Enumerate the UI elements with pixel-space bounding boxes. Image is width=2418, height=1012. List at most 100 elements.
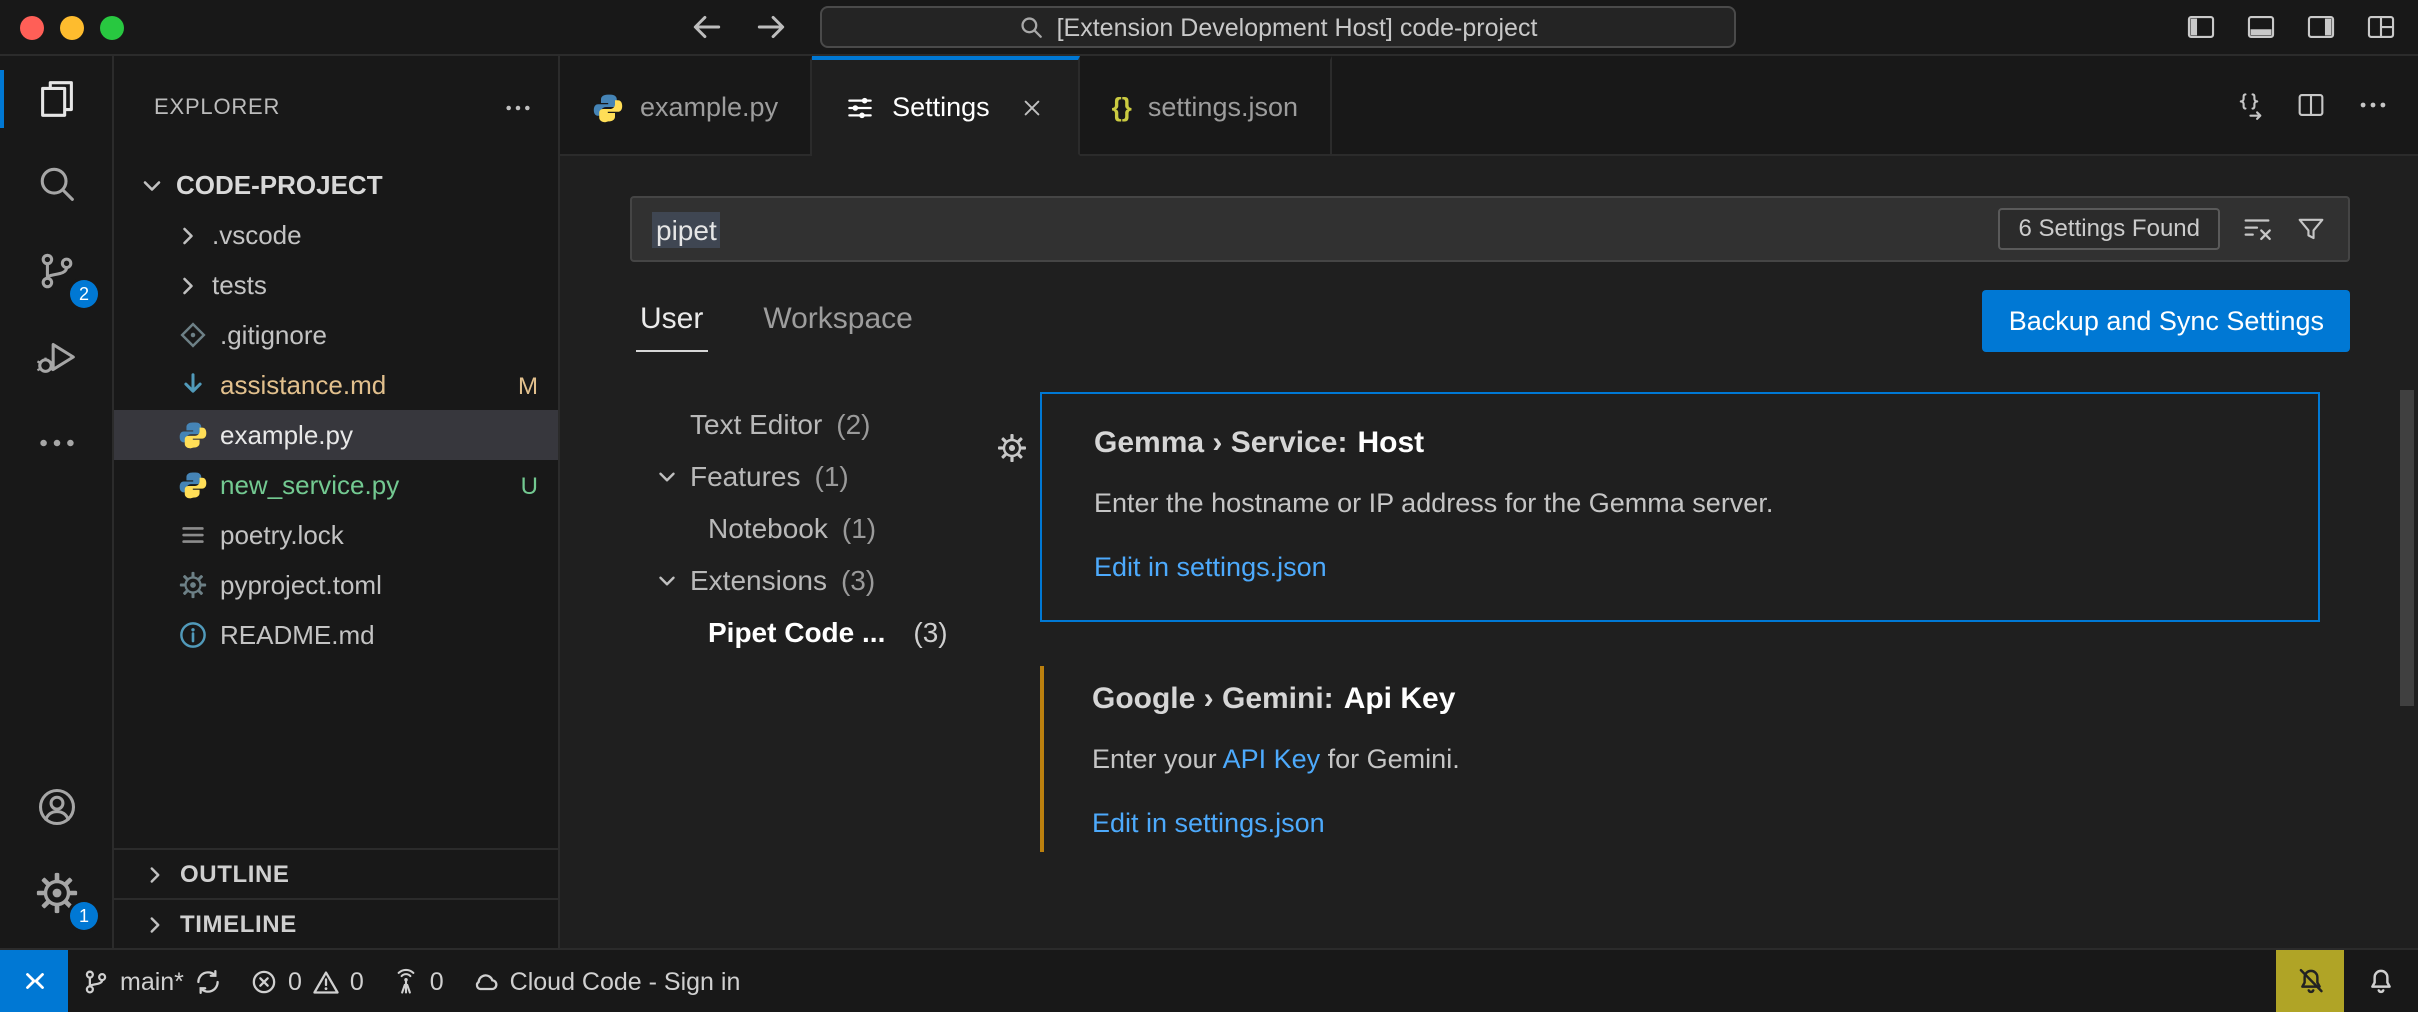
search-value: pipet	[652, 213, 721, 245]
sync-icon	[194, 967, 222, 995]
files-icon	[33, 76, 79, 122]
tree-item-vscode[interactable]: .vscode	[114, 210, 558, 260]
explorer-title: EXPLORER	[154, 96, 280, 120]
setting-title: Google › Gemini:Api Key	[1092, 680, 2280, 718]
more-icon	[33, 420, 79, 466]
window-title: [Extension Development Host] code-projec…	[1057, 13, 1538, 41]
git-status-badge: M	[518, 371, 538, 399]
toc-text-editor[interactable]: Text Editor (2)	[654, 398, 1034, 450]
customize-layout-icon[interactable]	[2364, 10, 2398, 44]
tree-item-tests[interactable]: tests	[114, 260, 558, 310]
forward-icon[interactable]	[754, 10, 788, 44]
ports-status-item[interactable]: 0	[378, 950, 458, 1012]
setting-description: Enter your API Key for Gemini.	[1092, 740, 2280, 778]
split-editor-icon[interactable]	[2294, 88, 2328, 122]
chevron-right-icon	[142, 911, 168, 937]
toc-count: (3)	[913, 616, 947, 648]
problems-status-item[interactable]: 0 0	[236, 950, 378, 1012]
scope-tab-label: Workspace	[763, 302, 913, 336]
tab-example-py[interactable]: example.py	[560, 56, 812, 156]
activity-account[interactable]	[0, 764, 112, 850]
tree-item-pyproject-toml[interactable]: pyproject.toml	[114, 560, 558, 610]
results-count-badge: 6 Settings Found	[1999, 208, 2220, 250]
error-icon	[250, 967, 278, 995]
edit-in-settings-json-link[interactable]: Edit in settings.json	[1092, 804, 1325, 842]
toggle-panel-icon[interactable]	[2244, 10, 2278, 44]
toc-extensions[interactable]: Extensions (3)	[654, 554, 1034, 606]
python-file-icon	[178, 420, 208, 450]
activity-more[interactable]	[0, 400, 112, 486]
chevron-down-icon	[654, 463, 680, 489]
tab-settings[interactable]: Settings	[812, 56, 1080, 156]
remote-icon	[19, 966, 49, 996]
tree-item-new-service-py[interactable]: new_service.py U	[114, 460, 558, 510]
back-icon[interactable]	[690, 10, 724, 44]
command-center[interactable]: [Extension Development Host] code-projec…	[820, 6, 1736, 48]
chevron-right-icon	[142, 861, 168, 887]
filter-icon[interactable]	[2294, 212, 2328, 246]
run-and-debug-icon	[33, 334, 79, 380]
edit-in-settings-json-link[interactable]: Edit in settings.json	[1094, 548, 1327, 586]
open-settings-json-icon[interactable]	[2232, 88, 2266, 122]
activity-search[interactable]	[0, 142, 112, 228]
error-count: 0	[288, 967, 302, 995]
branch-status-item[interactable]: main*	[68, 950, 236, 1012]
tree-item-assistance-md[interactable]: assistance.md M	[114, 360, 558, 410]
tree-item-gitignore[interactable]: .gitignore	[114, 310, 558, 360]
outline-section[interactable]: OUTLINE	[114, 848, 558, 898]
tree-root-code-project[interactable]: CODE-PROJECT	[114, 160, 558, 210]
tree-item-poetry-lock[interactable]: poetry.lock	[114, 510, 558, 560]
branch-label: main*	[120, 967, 184, 995]
activity-run-debug[interactable]	[0, 314, 112, 400]
activity-source-control[interactable]: 2	[0, 228, 112, 314]
remote-indicator[interactable]	[0, 950, 68, 1012]
timeline-section[interactable]: TIMELINE	[114, 898, 558, 948]
setting-entry-gemma-host[interactable]: Gemma › Service:Host Enter the hostname …	[1040, 392, 2320, 622]
tab-label: example.py	[640, 92, 778, 122]
do-not-disturb-item[interactable]	[2276, 950, 2344, 1012]
setting-entry-gemini-api-key[interactable]: Google › Gemini:Api Key Enter your API K…	[1040, 650, 2320, 876]
tree-root-label: CODE-PROJECT	[176, 170, 383, 200]
scope-tab-user[interactable]: User	[636, 288, 707, 352]
backup-sync-settings-button[interactable]: Backup and Sync Settings	[1983, 289, 2350, 351]
toc-pipet-code[interactable]: Pipet Code ... (3)	[654, 606, 1034, 658]
tree-item-label: new_service.py	[220, 470, 399, 500]
bell-slash-icon	[2295, 966, 2325, 996]
markdown-file-icon	[178, 370, 208, 400]
tree-item-readme-md[interactable]: README.md	[114, 610, 558, 660]
toc-notebook[interactable]: Notebook (1)	[654, 502, 1034, 554]
git-file-icon	[178, 320, 208, 350]
search-icon	[1019, 14, 1045, 40]
chevron-down-icon	[654, 567, 680, 593]
settings-editor: pipet 6 Settings Found User Workspace Ba…	[560, 156, 2418, 948]
tree-item-label: pyproject.toml	[220, 570, 382, 600]
scope-tab-workspace[interactable]: Workspace	[759, 288, 917, 352]
settings-search-input[interactable]: pipet 6 Settings Found	[630, 196, 2350, 262]
clear-filters-icon[interactable]	[2240, 212, 2274, 246]
notifications-item[interactable]	[2344, 950, 2418, 1012]
setting-gear-icon[interactable]	[996, 432, 1028, 464]
toggle-primary-sidebar-icon[interactable]	[2184, 10, 2218, 44]
scrollbar-thumb[interactable]	[2400, 390, 2414, 706]
close-window-button[interactable]	[20, 15, 44, 39]
setting-entry-gemini-text-model[interactable]: Google › Gemini:Text Model	[1040, 936, 2320, 948]
setting-description: Enter the hostname or IP address for the…	[1094, 484, 2278, 522]
maximize-window-button[interactable]	[100, 15, 124, 39]
toc-count: (3)	[841, 564, 875, 596]
minimize-window-button[interactable]	[60, 15, 84, 39]
more-actions-icon[interactable]	[2356, 88, 2390, 122]
tab-label: settings.json	[1148, 92, 1298, 122]
explorer-more-icon[interactable]	[502, 92, 534, 124]
close-icon[interactable]	[1018, 93, 1046, 121]
activity-settings[interactable]: 1	[0, 850, 112, 936]
activity-explorer[interactable]	[0, 56, 112, 142]
tree-item-example-py[interactable]: example.py	[114, 410, 558, 460]
cloud-icon	[472, 967, 500, 995]
section-label: TIMELINE	[180, 910, 297, 938]
api-key-link[interactable]: API Key	[1223, 744, 1321, 774]
tree-item-label: example.py	[220, 420, 353, 450]
toc-features[interactable]: Features (1)	[654, 450, 1034, 502]
cloud-code-status-item[interactable]: Cloud Code - Sign in	[458, 950, 755, 1012]
toggle-secondary-sidebar-icon[interactable]	[2304, 10, 2338, 44]
tab-settings-json[interactable]: {} settings.json	[1080, 56, 1332, 156]
